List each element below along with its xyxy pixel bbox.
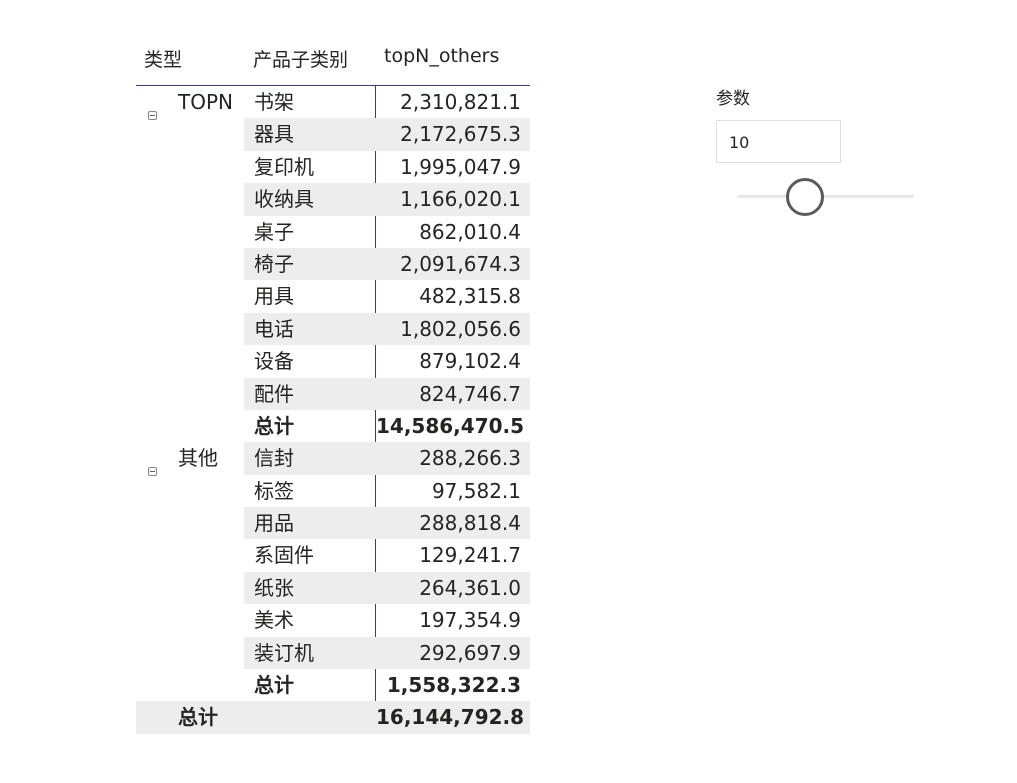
subtotal-row: 总计 1,558,322.3 xyxy=(136,669,530,701)
subtotal-row: 总计 14,586,470.5 xyxy=(136,410,530,442)
table-row[interactable]: 复印机 1,995,047.9 xyxy=(136,151,530,183)
table-row[interactable]: 用具 482,315.8 xyxy=(136,280,530,312)
value-cell: 482,315.8 xyxy=(419,284,521,309)
subcategory-cell: 设备 xyxy=(254,349,294,374)
column-header-type[interactable]: 类型 xyxy=(144,45,182,72)
subcategory-cell: 椅子 xyxy=(244,247,376,281)
value-cell: 1,166,020.1 xyxy=(376,183,530,216)
table-row[interactable]: 椅子 2,091,674.3 xyxy=(136,247,530,281)
collapse-group-button[interactable] xyxy=(148,442,162,477)
subcategory-cell: 纸张 xyxy=(244,571,376,605)
slicer-value-input[interactable]: 10 xyxy=(716,120,841,163)
subcategory-cell: 桌子 xyxy=(254,219,294,244)
subcategory-cell: 美术 xyxy=(254,608,294,633)
matrix-body: TOPN 书架 2,310,821.1 器具 2,172,675.3 复印机 1,995,0… xyxy=(136,86,530,734)
slider-track[interactable] xyxy=(738,195,914,198)
value-cell: 2,172,675.3 xyxy=(376,118,530,151)
value-cell: 2,310,821.1 xyxy=(400,90,521,114)
value-cell: 97,582.1 xyxy=(431,478,521,503)
subcategory-cell: 书架 xyxy=(254,90,294,114)
matrix-header: 类型 产品子类别 topN_others xyxy=(136,40,530,86)
value-cell: 2,091,674.3 xyxy=(376,247,530,281)
table-row[interactable]: 标签 97,582.1 xyxy=(136,475,530,507)
subcategory-cell: 用具 xyxy=(254,284,294,309)
subtotal-value: 1,558,322.3 xyxy=(386,673,521,698)
grand-total-label: 总计 xyxy=(178,705,218,730)
subcategory-cell: 系固件 xyxy=(254,543,314,568)
value-cell: 879,102.4 xyxy=(419,349,521,374)
collapse-group-button[interactable] xyxy=(148,86,162,120)
value-cell: 288,818.4 xyxy=(376,507,530,540)
table-row[interactable]: 用品 288,818.4 xyxy=(136,507,530,540)
subtotal-label: 总计 xyxy=(254,673,294,698)
value-cell: 197,354.9 xyxy=(419,608,521,633)
subcategory-cell: 用品 xyxy=(244,507,376,540)
table-row[interactable]: 收纳具 1,166,020.1 xyxy=(136,183,530,216)
grand-total-row: 总计 16,144,792.8 xyxy=(136,701,530,734)
value-cell: 292,697.9 xyxy=(376,636,530,670)
value-cell: 1,995,047.9 xyxy=(400,154,521,179)
subcategory-cell: 标签 xyxy=(254,478,294,503)
grand-total-value: 16,144,792.8 xyxy=(376,705,525,730)
table-row[interactable]: 设备 879,102.4 xyxy=(136,345,530,377)
slider-thumb[interactable] xyxy=(785,178,824,216)
group-label: 其他 xyxy=(178,446,218,471)
value-cell: 824,746.7 xyxy=(376,377,530,410)
value-cell: 264,361.0 xyxy=(376,571,530,605)
subtotal-label: 总计 xyxy=(254,413,294,438)
table-row[interactable]: TOPN 书架 2,310,821.1 xyxy=(136,86,530,120)
table-row[interactable]: 电话 1,802,056.6 xyxy=(136,312,530,346)
table-row[interactable]: 美术 197,354.9 xyxy=(136,604,530,636)
table-row[interactable]: 桌子 862,010.4 xyxy=(136,216,530,248)
matrix-visual: 类型 产品子类别 topN_others TOPN 书架 2,310,821.1 器具… xyxy=(136,40,530,734)
value-cell: 129,241.7 xyxy=(419,543,521,568)
subcategory-cell: 装订机 xyxy=(244,636,376,670)
group-label: TOPN xyxy=(178,90,233,114)
value-cell: 1,802,056.6 xyxy=(376,312,530,346)
subcategory-cell: 配件 xyxy=(244,377,376,410)
value-cell: 288,266.3 xyxy=(376,442,530,475)
subtotal-value: 14,586,470.5 xyxy=(376,413,525,438)
parameter-slicer: 参数 10 xyxy=(716,84,916,216)
table-row[interactable]: 配件 824,746.7 xyxy=(136,377,530,410)
table-row[interactable]: 装订机 292,697.9 xyxy=(136,636,530,670)
subcategory-cell: 电话 xyxy=(244,312,376,346)
table-row[interactable]: 器具 2,172,675.3 xyxy=(136,118,530,151)
subcategory-cell: 器具 xyxy=(244,118,376,151)
slicer-title: 参数 xyxy=(716,89,750,109)
table-row[interactable]: 纸张 264,361.0 xyxy=(136,571,530,605)
column-header-subcategory[interactable]: 产品子类别 xyxy=(253,45,348,72)
subcategory-cell: 收纳具 xyxy=(244,183,376,216)
table-row[interactable]: 其他 信封 288,266.3 xyxy=(136,442,530,477)
table-row[interactable]: 系固件 129,241.7 xyxy=(136,539,530,571)
subcategory-cell: 复印机 xyxy=(254,154,314,179)
subcategory-cell: 信封 xyxy=(244,442,376,475)
value-cell: 862,010.4 xyxy=(419,219,521,244)
column-header-measure[interactable]: topN_others xyxy=(384,45,499,67)
